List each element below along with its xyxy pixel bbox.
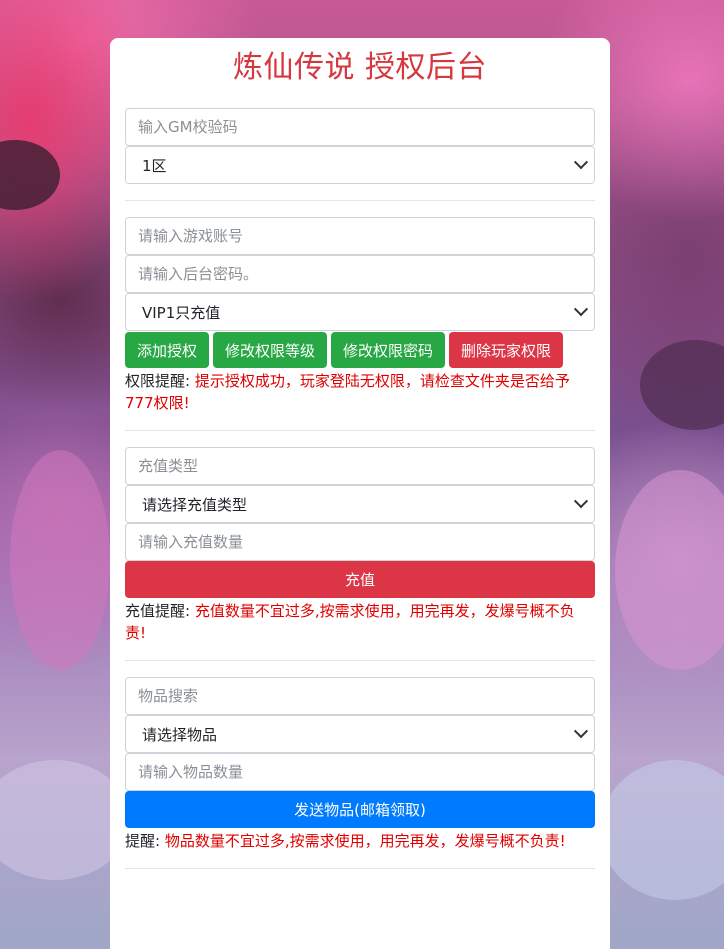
chevron-down-icon (573, 155, 589, 170)
item-select-value: 请选择物品 (142, 725, 218, 744)
item-notice-text: 物品数量不宜过多,按需求使用，用完再发，发爆号概不负责! (164, 832, 566, 850)
modify-password-button[interactable]: 修改权限密码 (331, 332, 446, 368)
delete-permission-button[interactable]: 删除玩家权限 (449, 332, 564, 368)
auth-notice: 权限提醒: 提示授权成功，玩家登陆无权限，请检查文件夹是否给予777权限! (125, 370, 595, 414)
item-notice-label: 提醒: (125, 832, 161, 850)
background-foliage-left (0, 140, 60, 210)
recharge-type-search-input[interactable] (125, 447, 595, 485)
item-search-input[interactable] (125, 677, 595, 715)
chevron-down-icon (573, 724, 589, 739)
recharge-type-select-value: 请选择充值类型 (142, 495, 248, 514)
page-title: 炼仙传说 授权后台 (232, 50, 488, 85)
modify-level-button[interactable]: 修改权限等级 (213, 332, 328, 368)
chevron-down-icon (573, 302, 589, 317)
admin-panel: 炼仙传说 授权后台 1区 VIP1只充值 添加授权 修改权限等级 修改权限密码 … (110, 38, 610, 949)
background-blossom-right (615, 470, 724, 670)
add-auth-button[interactable]: 添加授权 (125, 332, 210, 368)
auth-notice-text: 提示授权成功，玩家登陆无权限，请检查文件夹是否给予777权限! (125, 372, 570, 412)
auth-button-group: 添加授权 修改权限等级 修改权限密码 删除玩家权限 (125, 332, 595, 368)
section-divider (125, 430, 595, 431)
background-water-right (600, 760, 724, 900)
vip-level-select-value: VIP1只充值 (142, 303, 221, 322)
section-divider (125, 660, 595, 661)
item-select[interactable]: 请选择物品 (125, 715, 595, 753)
background-blossom-left (10, 450, 110, 670)
send-item-button[interactable]: 发送物品(邮箱领取) (125, 791, 595, 828)
item-notice: 提醒: 物品数量不宜过多,按需求使用，用完再发，发爆号概不负责! (125, 830, 595, 852)
background-foliage-right (640, 340, 724, 430)
section-divider (125, 200, 595, 201)
game-account-input[interactable] (125, 217, 595, 255)
chevron-down-icon (573, 494, 589, 509)
item-amount-input[interactable] (125, 753, 595, 791)
server-select-value: 1区 (142, 156, 167, 175)
recharge-button[interactable]: 充值 (125, 561, 595, 598)
recharge-notice: 充值提醒: 充值数量不宜过多,按需求使用，用完再发，发爆号概不负责! (125, 600, 595, 644)
section-divider (125, 868, 595, 869)
server-select[interactable]: 1区 (125, 146, 595, 184)
admin-password-input[interactable] (125, 255, 595, 293)
recharge-notice-text: 充值数量不宜过多,按需求使用，用完再发，发爆号概不负责! (125, 602, 575, 642)
recharge-notice-label: 充值提醒: (125, 602, 191, 620)
recharge-type-select[interactable]: 请选择充值类型 (125, 485, 595, 523)
auth-notice-label: 权限提醒: (125, 372, 191, 390)
recharge-amount-input[interactable] (125, 523, 595, 561)
gm-code-input[interactable] (125, 108, 595, 146)
vip-level-select[interactable]: VIP1只充值 (125, 293, 595, 331)
